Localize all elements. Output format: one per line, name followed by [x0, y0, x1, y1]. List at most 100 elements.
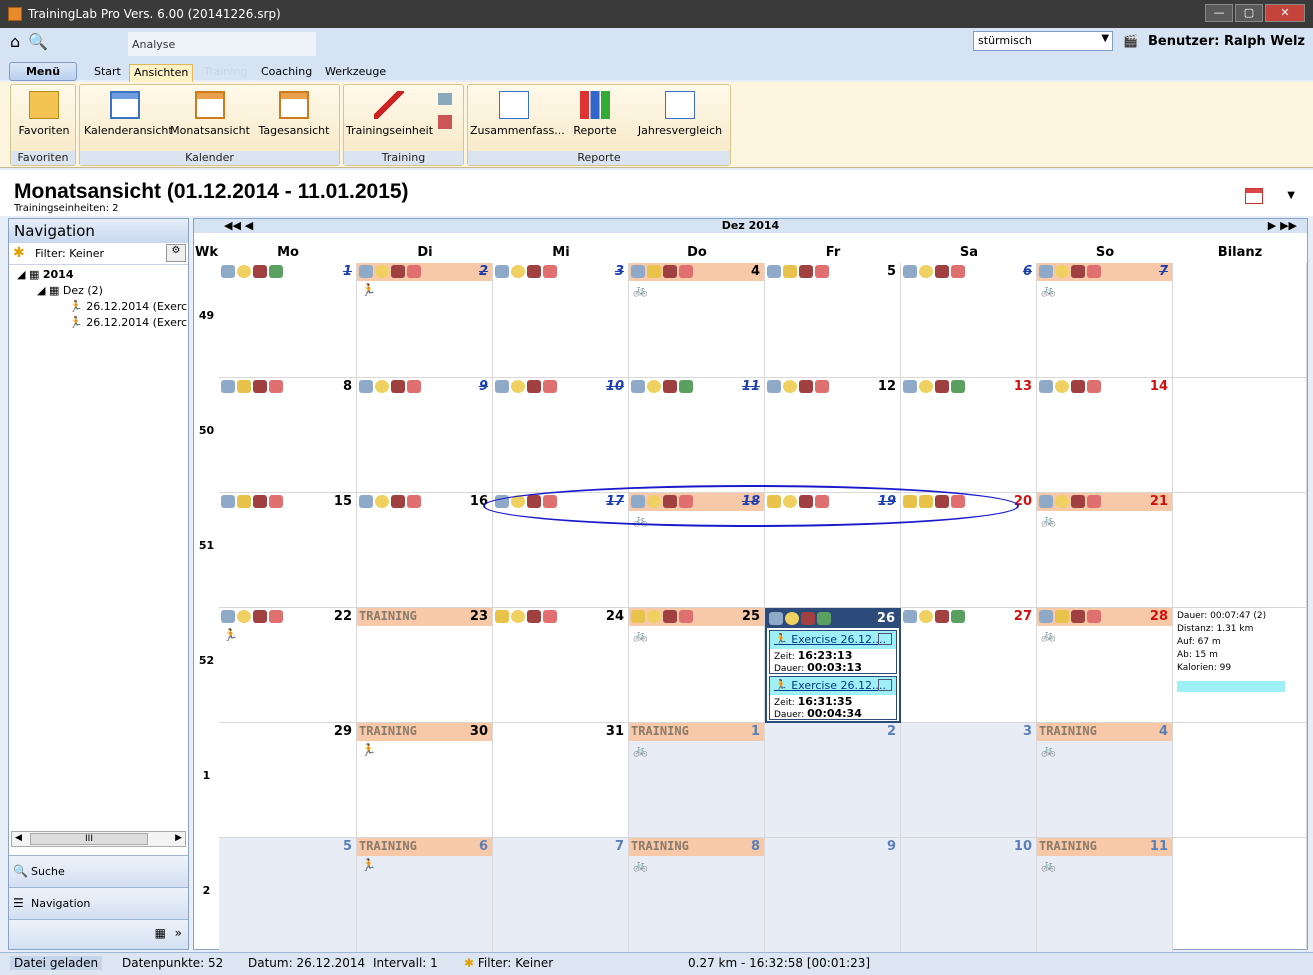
- tree-item-exercise[interactable]: 🏃 26.12.2014 (Exercis: [9, 300, 188, 316]
- cloud-icon[interactable]: [221, 495, 235, 508]
- sun-icon[interactable]: [783, 265, 797, 278]
- weather-select[interactable]: stürmisch ▼: [973, 31, 1114, 51]
- maximize-button[interactable]: ▢: [1235, 4, 1263, 22]
- cloud-icon[interactable]: [767, 380, 781, 393]
- day-cell[interactable]: 1: [219, 263, 357, 378]
- exercise-link[interactable]: 🏃 Exercise 26.12....: [770, 677, 896, 695]
- flag-icon[interactable]: [391, 495, 405, 508]
- face-icon[interactable]: [375, 265, 389, 278]
- run-icon[interactable]: 🏃: [361, 858, 492, 872]
- flag-icon[interactable]: [391, 380, 405, 393]
- bike-icon[interactable]: 🚲: [1041, 743, 1172, 757]
- sun-icon[interactable]: [495, 610, 509, 623]
- cloud-icon[interactable]: [359, 495, 373, 508]
- day-cell[interactable]: 15: [219, 493, 357, 608]
- day-cell[interactable]: 11: [629, 378, 765, 493]
- heart-icon[interactable]: [951, 265, 965, 278]
- face-icon[interactable]: [511, 380, 525, 393]
- details-icon[interactable]: [878, 633, 892, 645]
- face-icon[interactable]: [237, 610, 251, 623]
- monatsansicht-button[interactable]: Monatsansicht: [170, 91, 250, 137]
- day-cell[interactable]: TRAINING 23: [357, 608, 493, 723]
- kalenderansicht-button[interactable]: Kalenderansicht: [84, 91, 173, 137]
- sun-icon[interactable]: [1055, 610, 1069, 623]
- cloud-icon[interactable]: [1039, 265, 1053, 278]
- minimize-button[interactable]: —: [1205, 4, 1233, 22]
- tab-coaching[interactable]: Coaching: [257, 64, 316, 82]
- calendar-icon[interactable]: ▦: [155, 926, 166, 940]
- flag-icon[interactable]: [799, 380, 813, 393]
- face-icon[interactable]: [375, 495, 389, 508]
- day-cell[interactable]: 13: [901, 378, 1037, 493]
- day-cell[interactable]: 10: [901, 838, 1037, 953]
- heart-icon[interactable]: [407, 265, 421, 278]
- cloud-icon[interactable]: [359, 265, 373, 278]
- hgreen-icon[interactable]: [951, 380, 965, 393]
- cloud-icon[interactable]: [903, 610, 917, 623]
- bike-icon[interactable]: 🚲: [633, 628, 764, 642]
- run-icon[interactable]: 🏃: [361, 743, 492, 757]
- cloud-icon[interactable]: [221, 610, 235, 623]
- heart-icon[interactable]: [1087, 265, 1101, 278]
- cloud-icon[interactable]: [495, 380, 509, 393]
- day-cell[interactable]: 6: [901, 263, 1037, 378]
- menu-button[interactable]: Menü: [9, 62, 77, 81]
- cloud-icon[interactable]: [1039, 610, 1053, 623]
- heart-icon[interactable]: [679, 265, 693, 278]
- scroll-thumb[interactable]: III: [30, 833, 148, 845]
- heart-icon[interactable]: [543, 265, 557, 278]
- home-icon[interactable]: ⌂: [10, 32, 20, 51]
- run-icon[interactable]: 🏃: [223, 628, 356, 642]
- cloud-icon[interactable]: [359, 380, 373, 393]
- day-cell[interactable]: 3: [493, 263, 629, 378]
- day-cell[interactable]: 26 🏃 Exercise 26.12.... Zeit: 16:23:13 Daue…: [765, 608, 901, 723]
- horizontal-scrollbar[interactable]: ◀ III ▶: [11, 831, 186, 847]
- flag-icon[interactable]: [1071, 495, 1085, 508]
- cloud-icon[interactable]: [631, 380, 645, 393]
- day-cell[interactable]: 14: [1037, 378, 1173, 493]
- bike-icon[interactable]: 🚲: [1041, 858, 1172, 872]
- day-cell[interactable]: 10: [493, 378, 629, 493]
- tab-werkzeuge[interactable]: Werkzeuge: [321, 64, 390, 82]
- flag-icon[interactable]: [527, 380, 541, 393]
- flag-icon[interactable]: [1071, 380, 1085, 393]
- day-cell[interactable]: 29: [219, 723, 357, 838]
- flag-icon[interactable]: [663, 380, 677, 393]
- day-cell[interactable]: TRAINING 4 🚲: [1037, 723, 1173, 838]
- face-icon[interactable]: [919, 265, 933, 278]
- tree-item-month[interactable]: ◢ ▦ Dez (2): [9, 284, 188, 300]
- flag-icon[interactable]: [527, 610, 541, 623]
- face-icon[interactable]: [375, 380, 389, 393]
- flag-icon[interactable]: [663, 610, 677, 623]
- day-cell[interactable]: 8: [219, 378, 357, 493]
- next-month-icon[interactable]: ▶ ▶▶: [1268, 219, 1297, 233]
- heart-icon[interactable]: [407, 380, 421, 393]
- bike-icon[interactable]: 🚲: [1041, 513, 1172, 527]
- heart-icon[interactable]: [269, 610, 283, 623]
- tree-item-year[interactable]: ◢ ▦ 2014: [9, 268, 188, 284]
- day-cell[interactable]: TRAINING 1 🚲: [629, 723, 765, 838]
- chevron-right-icon[interactable]: »: [175, 926, 182, 940]
- flag-icon[interactable]: [253, 495, 267, 508]
- day-cell[interactable]: 2 🏃: [357, 263, 493, 378]
- heart-icon[interactable]: [543, 380, 557, 393]
- flag-icon[interactable]: [663, 265, 677, 278]
- day-cell[interactable]: 5: [219, 838, 357, 953]
- zusammenfassung-button[interactable]: Zusammenfass...: [470, 91, 565, 137]
- heart-icon[interactable]: [269, 495, 283, 508]
- tab-start[interactable]: Start: [90, 64, 125, 82]
- search-document-icon[interactable]: 🔍: [28, 32, 48, 51]
- day-cell[interactable]: 16: [357, 493, 493, 608]
- day-cell[interactable]: 25 🚲: [629, 608, 765, 723]
- trainingseinheit-button[interactable]: Trainingseinheit: [346, 91, 433, 137]
- favoriten-button[interactable]: Favoriten: [17, 91, 71, 137]
- face-icon[interactable]: [511, 610, 525, 623]
- sun-icon[interactable]: [237, 495, 251, 508]
- day-cell[interactable]: 7: [493, 838, 629, 953]
- day-cell[interactable]: 9: [357, 378, 493, 493]
- run-icon[interactable]: 🏃: [361, 283, 492, 297]
- tab-ansichten[interactable]: Ansichten: [129, 64, 194, 82]
- day-cell[interactable]: TRAINING 30 🏃: [357, 723, 493, 838]
- face-icon[interactable]: [919, 380, 933, 393]
- heart-icon[interactable]: [407, 495, 421, 508]
